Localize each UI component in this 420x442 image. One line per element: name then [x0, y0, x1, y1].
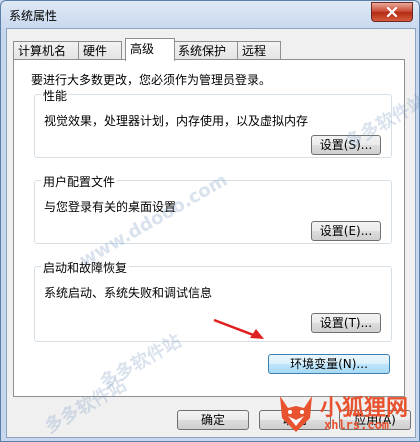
- admin-note: 要进行大多数更改，您必须作为管理员登录。: [31, 73, 272, 87]
- tab-remote[interactable]: 远程: [237, 41, 281, 60]
- fox-icon: [280, 396, 312, 432]
- annotation-arrow-icon: [213, 318, 264, 339]
- close-icon: [386, 7, 398, 17]
- tab-computer-name[interactable]: 计算机名: [13, 41, 79, 60]
- group-description: 系统启动、系统失败和调试信息: [44, 286, 213, 300]
- group-description: 视觉效果，处理器计划，内存使用，以及虚拟内存: [44, 114, 309, 128]
- performance-settings-button[interactable]: 设置(S)...: [311, 135, 381, 155]
- close-button[interactable]: [371, 2, 413, 22]
- group-title: 启动和故障恢复: [41, 259, 130, 276]
- startup-recovery-settings-button[interactable]: 设置(T)...: [311, 313, 381, 333]
- advanced-tab-panel: 要进行大多数更改，您必须作为管理员登录。 性能 视觉效果，处理器计划，内存使用，…: [13, 59, 405, 397]
- user-profiles-settings-button[interactable]: 设置(E)...: [311, 221, 381, 241]
- ok-button[interactable]: 确定: [177, 410, 249, 430]
- environment-variables-button[interactable]: 环境变量(N)...: [268, 354, 390, 374]
- performance-group: 性能 视觉效果，处理器计划，内存使用，以及虚拟内存 设置(S)...: [34, 87, 392, 158]
- site-logo: 小狐狸网 xhlrs.com: [272, 386, 420, 442]
- logo-url: xhlrs.com: [324, 418, 390, 432]
- window-title: 系统属性: [9, 9, 58, 23]
- tab-advanced[interactable]: 高级: [125, 38, 175, 61]
- group-title: 用户配置文件: [41, 173, 118, 190]
- group-title: 性能: [41, 87, 70, 104]
- system-properties-window: 系统属性 计算机名 硬件 高级 系统保护 远程 要进行大多数更改，您必须作为管理…: [0, 0, 420, 442]
- tab-system-protection[interactable]: 系统保护: [173, 41, 239, 60]
- group-description: 与您登录有关的桌面设置: [44, 200, 177, 214]
- user-profiles-group: 用户配置文件 与您登录有关的桌面设置 设置(E)...: [34, 173, 392, 244]
- tab-hardware[interactable]: 硬件: [78, 41, 122, 60]
- dialog-client-area: 计算机名 硬件 高级 系统保护 远程 要进行大多数更改，您必须作为管理员登录。 …: [6, 28, 416, 438]
- title-bar[interactable]: 系统属性: [1, 1, 419, 27]
